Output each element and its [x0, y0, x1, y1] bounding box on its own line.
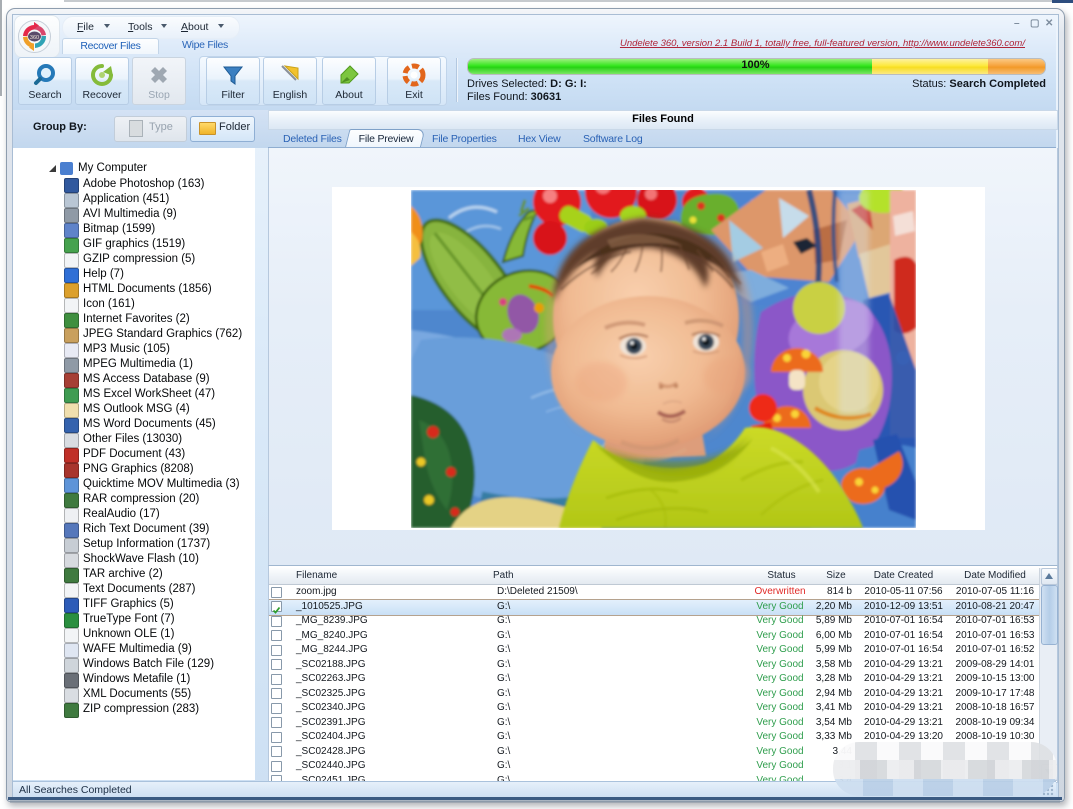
svg-text:360: 360 — [30, 35, 39, 41]
